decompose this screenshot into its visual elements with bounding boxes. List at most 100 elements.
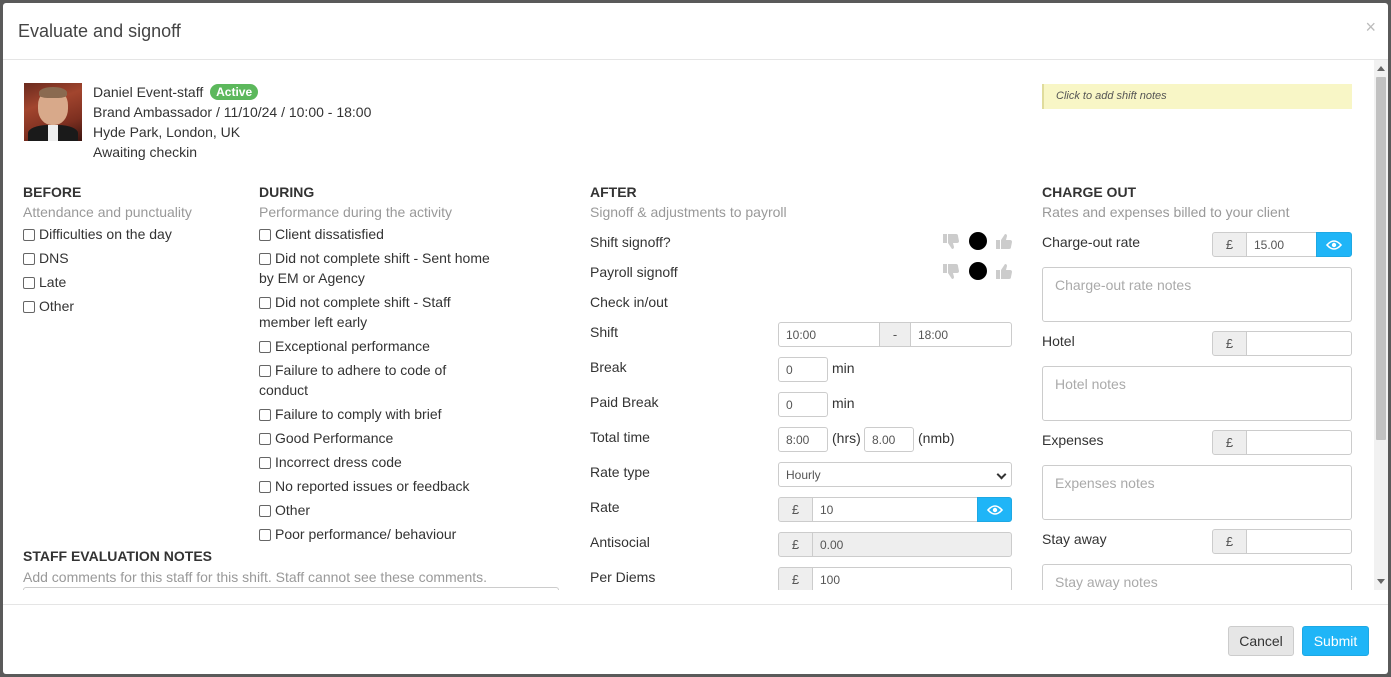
hotel-input[interactable] [1246,331,1352,356]
checkbox-label-continued: member left early [259,314,368,330]
hotel-notes[interactable]: Hotel notes [1042,366,1352,421]
checkbox-comply-brief[interactable]: Failure to comply with brief [259,406,442,422]
hrs-unit: (hrs) [832,430,861,446]
stay-away-notes[interactable]: Stay away notes [1042,564,1352,590]
checkbox-label: Failure to adhere to code of [275,362,447,378]
per-diems-input[interactable]: 100 [812,567,1012,590]
checkbox[interactable] [23,277,35,289]
currency-addon: £ [778,532,813,557]
checkbox[interactable] [23,229,35,241]
stay-away-input[interactable] [1246,529,1352,554]
modal-scrollbar[interactable] [1374,60,1388,590]
break-input[interactable]: 0 [778,357,828,382]
checkbox-label: Incorrect dress code [275,454,402,470]
thumbs-down-icon[interactable] [942,264,960,280]
checkbox[interactable] [259,297,271,309]
shift-separator: - [879,322,911,347]
checkbox-label: Difficulties on the day [39,226,172,242]
expenses-label: Expenses [1042,432,1104,448]
checkbox-sent-home[interactable]: Did not complete shift - Sent home [259,250,490,266]
modal-body[interactable]: Daniel Event-staff Active Brand Ambassad… [3,60,1388,590]
checkbox-code-of-conduct[interactable]: Failure to adhere to code of [259,362,446,378]
after-title: AFTER [590,184,637,200]
scroll-up-icon[interactable] [1377,66,1385,71]
scrollbar-thumb[interactable] [1376,77,1386,440]
during-title: DURING [259,184,315,200]
paid-break-input[interactable]: 0 [778,392,828,417]
checkbox[interactable] [259,341,271,353]
checkbox-late[interactable]: Late [23,274,66,290]
checkbox-label-continued: conduct [259,382,309,398]
checkbox[interactable] [23,253,35,265]
payroll-signoff-label: Payroll signoff [590,264,678,280]
checkbox-left-early[interactable]: Did not complete shift - Staff [259,294,451,310]
antisocial-input: 0.00 [812,532,1012,557]
break-unit: min [832,360,855,376]
checkbox[interactable] [23,301,35,313]
neutral-dot-toggle[interactable] [969,232,987,250]
eye-icon[interactable] [977,497,1012,522]
rate-type-label: Rate type [590,464,650,480]
evaluation-notes-title: STAFF EVALUATION NOTES [23,548,212,564]
charge-out-rate-notes[interactable]: Charge-out rate notes [1042,267,1352,322]
currency-addon: £ [1212,232,1247,257]
checkbox[interactable] [259,529,271,541]
scroll-down-icon[interactable] [1377,579,1385,584]
currency-addon: £ [778,567,813,590]
submit-button[interactable]: Submit [1302,626,1369,656]
checkbox-exceptional[interactable]: Exceptional performance [259,338,430,354]
during-subtitle: Performance during the activity [259,204,452,220]
rate-type-select[interactable]: Hourly [778,462,1012,487]
antisocial-label: Antisocial [590,534,650,550]
checkbox-label: Good Performance [275,430,394,446]
charge-out-title: CHARGE OUT [1042,184,1137,200]
checkbox-dns[interactable]: DNS [23,250,69,266]
checkbox[interactable] [259,365,271,377]
checkbox-other-before[interactable]: Other [23,298,74,314]
checkbox-other-during[interactable]: Other [259,502,310,518]
checkbox-label: Poor performance/ behaviour [275,526,457,542]
checkbox[interactable] [259,505,271,517]
checkbox-label: DNS [39,250,69,266]
neutral-dot-toggle[interactable] [969,262,987,280]
checkbox-no-issues[interactable]: No reported issues or feedback [259,478,470,494]
checkbox[interactable] [259,433,271,445]
expenses-notes[interactable]: Expenses notes [1042,465,1352,520]
currency-addon: £ [1212,331,1247,356]
evaluation-notes-textarea[interactable] [23,587,559,590]
expenses-input[interactable] [1246,430,1352,455]
shift-end-input[interactable]: 18:00 [910,322,1012,347]
cancel-button[interactable]: Cancel [1228,626,1294,656]
currency-addon: £ [778,497,813,522]
close-icon[interactable]: × [1365,17,1376,38]
checkbox[interactable] [259,253,271,265]
thumbs-down-icon[interactable] [942,234,960,250]
checkbox[interactable] [259,409,271,421]
checkbox-difficulties[interactable]: Difficulties on the day [23,226,172,242]
checkbox[interactable] [259,481,271,493]
thumbs-up-icon[interactable] [995,233,1013,249]
total-nmb-input[interactable]: 8.00 [864,427,914,452]
staff-location: Hyde Park, London, UK [93,124,241,140]
modal-header: Evaluate and signoff × [3,3,1388,60]
staff-role-line: Brand Ambassador / 11/10/24 / 10:00 - 18… [93,104,372,120]
rate-input[interactable]: 10 [812,497,978,522]
staff-name[interactable]: Daniel Event-staff [93,84,203,100]
checkbox[interactable] [259,457,271,469]
checkbox-good-performance[interactable]: Good Performance [259,430,393,446]
eye-icon[interactable] [1316,232,1352,257]
total-time-label: Total time [590,429,650,445]
after-subtitle: Signoff & adjustments to payroll [590,204,787,220]
checkbox-poor-performance[interactable]: Poor performance/ behaviour [259,526,456,542]
shift-start-input[interactable]: 10:00 [778,322,880,347]
thumbs-up-icon[interactable] [995,263,1013,279]
charge-out-rate-input[interactable]: 15.00 [1246,232,1317,257]
checkbox-client-dissatisfied[interactable]: Client dissatisfied [259,226,384,242]
checkbox[interactable] [259,229,271,241]
checkbox-dress-code[interactable]: Incorrect dress code [259,454,402,470]
total-hrs-input[interactable]: 8:00 [778,427,828,452]
staff-state: Awaiting checkin [93,144,198,160]
before-subtitle: Attendance and punctuality [23,204,192,220]
paid-break-unit: min [832,395,855,411]
shift-notes-box[interactable]: Click to add shift notes [1042,84,1352,109]
